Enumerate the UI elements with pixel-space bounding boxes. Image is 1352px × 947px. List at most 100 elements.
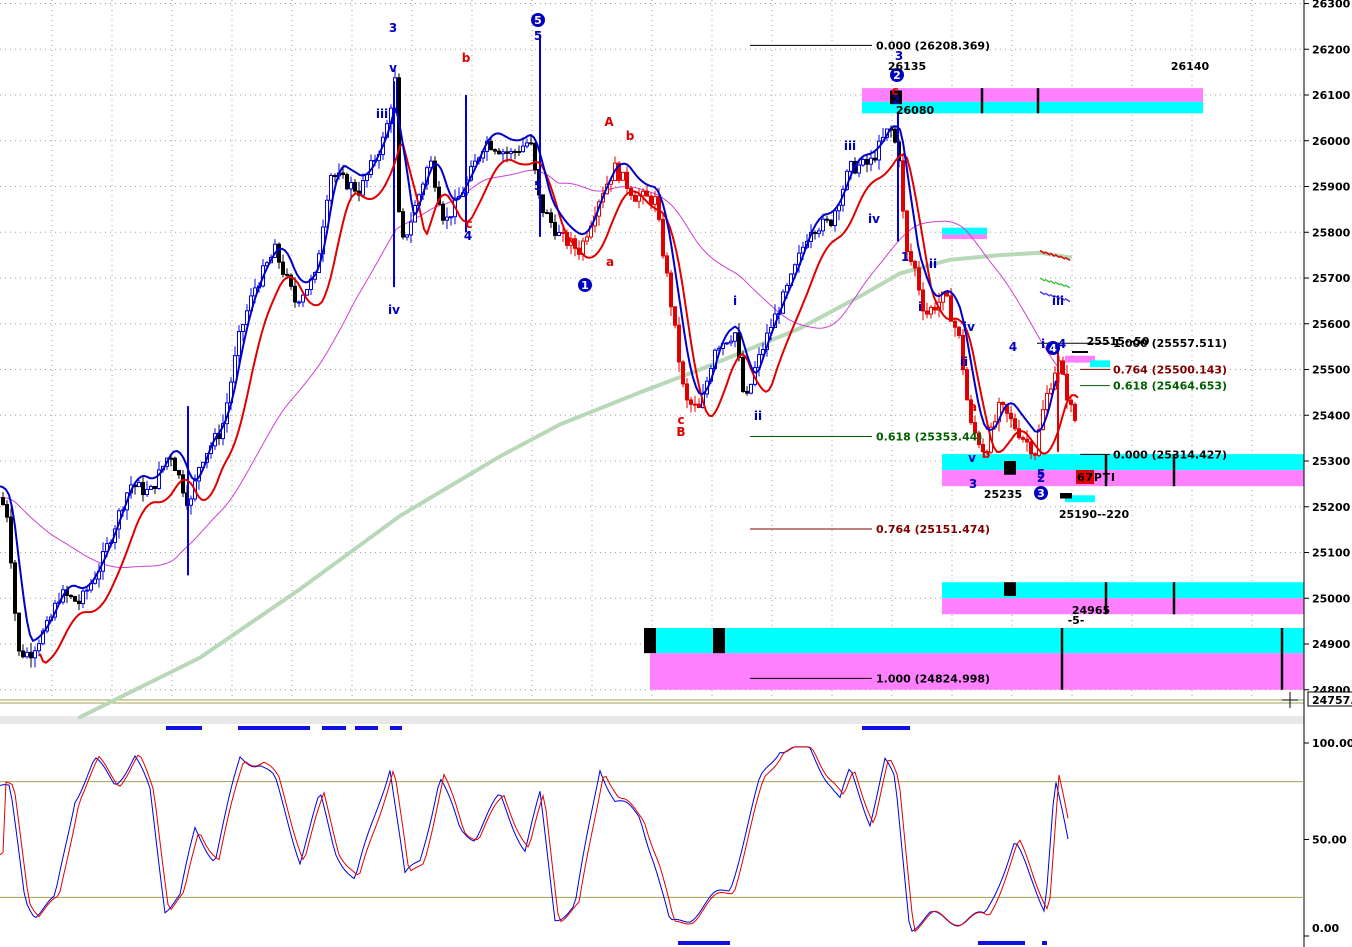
candle-body <box>33 650 37 659</box>
candle-body <box>733 332 737 342</box>
target-zone-cyan <box>942 582 1304 599</box>
price-annotation: 25515--50 <box>1087 335 1150 348</box>
y-tick-label: 25400 <box>1312 409 1351 422</box>
candle-body <box>957 326 961 336</box>
signal-marker <box>678 941 730 945</box>
candle-body <box>509 150 513 154</box>
y-tick-label: 25500 <box>1312 364 1351 377</box>
wave-label-blue: i <box>918 300 922 314</box>
candle-body <box>285 273 289 276</box>
candle-body <box>953 320 957 328</box>
candle-body <box>361 180 365 196</box>
candle-body <box>585 236 589 242</box>
candle-body <box>873 157 877 161</box>
candle-body <box>933 306 937 311</box>
candle-body <box>505 151 509 154</box>
candle-body <box>929 306 933 315</box>
candle-body <box>489 140 493 151</box>
candle-body <box>173 457 177 472</box>
candle-body <box>517 151 521 154</box>
candle-body <box>293 285 297 303</box>
zone-block <box>1060 493 1072 499</box>
signal-marker <box>390 726 402 730</box>
candle-body <box>145 488 149 496</box>
candle-body <box>649 195 653 205</box>
candle-body <box>341 172 345 176</box>
candle-body <box>73 596 77 602</box>
candle-body <box>621 171 625 181</box>
candle-body <box>909 251 913 262</box>
wave-label-blue: i <box>733 294 737 308</box>
candle-body <box>737 332 741 359</box>
target-zone-magenta <box>942 598 1304 615</box>
wave-label-red: A <box>604 115 614 129</box>
candle-body <box>925 310 929 315</box>
candle-body <box>29 651 33 659</box>
fib-label: 0.000 (26208.369) <box>876 39 990 52</box>
candle-body <box>625 171 629 189</box>
candle-body <box>965 369 969 401</box>
candle-body <box>905 210 909 253</box>
wave-label-blue: iii <box>1052 294 1064 308</box>
fib-label: 0.618 (25464.653) <box>1113 380 1227 393</box>
circled-wave-label: 4 <box>1049 342 1057 355</box>
candle-body <box>445 216 449 221</box>
candle-body <box>893 128 897 143</box>
candle-body <box>305 288 309 296</box>
fib-label: 0.000 (25314.427) <box>1113 448 1227 461</box>
stock-chart[interactable]: 0.000 (26208.369) 0.618 (25353.44) 0.764 (… <box>0 0 1352 947</box>
candle-body <box>521 145 525 153</box>
candle-body <box>945 291 949 297</box>
wave-label-blue: 3 <box>969 477 977 491</box>
candle-body <box>441 203 445 221</box>
candle-body <box>633 194 637 202</box>
wave-label-red: b <box>982 447 991 461</box>
wave-label-blue: iv <box>388 303 400 317</box>
wave-label-blue: 4 <box>464 229 472 243</box>
wave-label-blue: iv <box>868 212 880 226</box>
y-tick-label: 26200 <box>1312 43 1351 56</box>
candle-body <box>333 175 337 178</box>
zone-block <box>1004 582 1016 596</box>
wave-label-blue: iii <box>844 139 856 153</box>
candle-body <box>689 399 693 405</box>
candle-body <box>141 482 145 496</box>
price-annotation: -5- <box>1068 614 1085 627</box>
osc-tick-label: 0.00 <box>1312 922 1339 935</box>
candle-body <box>813 231 817 234</box>
candle-body <box>861 158 865 166</box>
candle-body <box>1029 441 1033 455</box>
zone-block <box>644 627 656 654</box>
wave-label-blue: ii <box>960 355 968 369</box>
target-zone-magenta <box>942 470 1304 487</box>
y-tick-label: 25800 <box>1312 226 1351 239</box>
wave-label-blue: 5 <box>534 179 542 193</box>
candle-body <box>405 234 409 238</box>
candle-body <box>645 190 649 197</box>
candle-body <box>729 340 733 344</box>
candle-body <box>1 497 5 506</box>
y-tick-label: 26000 <box>1312 135 1351 148</box>
candle-body <box>849 160 853 172</box>
candle-body <box>1033 453 1037 456</box>
fib-label: 0.764 (25500.143) <box>1113 363 1227 376</box>
candle-body <box>21 650 25 658</box>
candle-body <box>1065 373 1069 401</box>
candle-body <box>401 211 405 238</box>
candle-body <box>501 151 505 155</box>
wave-label-blue: ii <box>929 257 937 271</box>
candle-body <box>237 331 241 357</box>
y-tick-label: 24900 <box>1312 638 1351 651</box>
wave-label-red: a <box>606 255 614 269</box>
candle-body <box>1021 437 1025 440</box>
price-annotation: 26135 <box>888 60 926 73</box>
candle-body <box>353 182 357 192</box>
signal-marker <box>1042 941 1047 945</box>
candle-body <box>297 301 301 304</box>
osc-tick-label: 100.00 <box>1312 737 1352 750</box>
y-tick-label: 25200 <box>1312 501 1351 514</box>
candle-body <box>9 516 13 564</box>
candle-body <box>189 498 193 506</box>
candle-body <box>1061 360 1065 375</box>
target-zone-magenta <box>862 88 1203 102</box>
